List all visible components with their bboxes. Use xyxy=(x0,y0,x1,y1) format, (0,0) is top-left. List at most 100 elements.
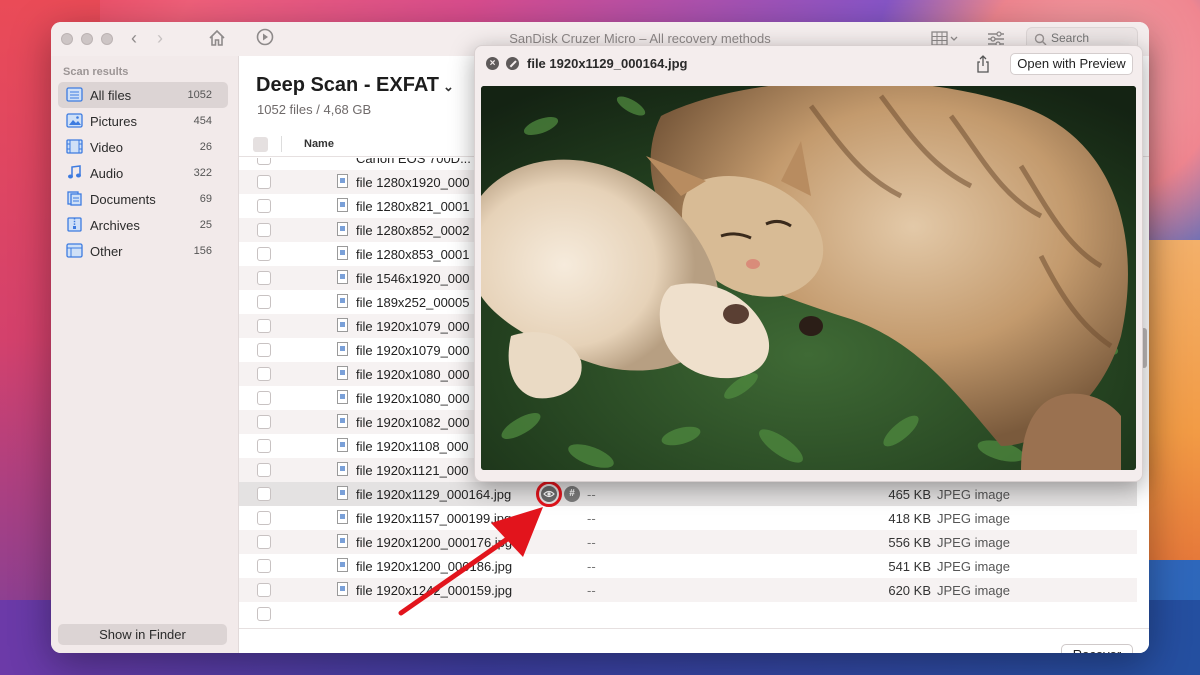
row-checkbox[interactable] xyxy=(257,295,271,309)
hash-icon[interactable]: # xyxy=(564,486,580,502)
file-icon xyxy=(337,534,348,548)
row-checkbox[interactable] xyxy=(257,559,271,573)
row-checkbox[interactable] xyxy=(257,158,271,165)
disable-preview-icon[interactable] xyxy=(506,57,519,70)
file-name: Canon EOS 700D... xyxy=(356,158,471,166)
row-checkbox[interactable] xyxy=(257,343,271,357)
bottom-bar xyxy=(239,628,1149,653)
table-row[interactable]: file 1920x1242_000159.jpg -- 620 KB JPEG… xyxy=(239,578,1137,602)
sidebar: Scan results All files 1052 Pictures 454… xyxy=(51,56,239,653)
row-checkbox[interactable] xyxy=(257,463,271,477)
file-icon xyxy=(337,366,348,380)
recover-button[interactable]: Recover xyxy=(1061,644,1133,653)
close-preview-icon[interactable]: × xyxy=(486,57,499,70)
all-files-icon xyxy=(66,87,83,102)
documents-icon xyxy=(67,191,82,206)
file-date: -- xyxy=(587,559,596,574)
scan-title[interactable]: Deep Scan - EXFAT ⌄ xyxy=(256,74,454,97)
other-icon xyxy=(66,243,83,258)
sidebar-item-documents[interactable]: Documents 69 xyxy=(58,186,228,212)
file-icon xyxy=(337,462,348,476)
file-name: file 189x252_00005 xyxy=(356,295,470,310)
sidebar-item-other[interactable]: Other 156 xyxy=(58,238,228,264)
open-with-preview-button[interactable]: Open with Preview xyxy=(1010,53,1133,75)
sidebar-item-all-files[interactable]: All files 1052 xyxy=(58,82,228,108)
file-name: file 1920x1082_000 xyxy=(356,415,470,430)
name-column-header[interactable]: Name xyxy=(304,138,334,150)
sidebar-item-count: 69 xyxy=(199,193,212,205)
scan-title-text: Deep Scan - EXFAT xyxy=(256,74,440,96)
file-date: -- xyxy=(587,583,596,598)
file-icon xyxy=(337,486,348,500)
table-row[interactable]: file 1920x1157_000199.jpg -- 418 KB JPEG… xyxy=(239,506,1137,530)
row-checkbox[interactable] xyxy=(257,511,271,525)
window-title: SanDisk Cruzer Micro – All recovery meth… xyxy=(509,31,771,46)
sidebar-heading: Scan results xyxy=(63,66,129,78)
row-checkbox[interactable] xyxy=(257,199,271,213)
table-row[interactable]: file 1920x1200_000176.jpg -- 556 KB JPEG… xyxy=(239,530,1137,554)
file-name: file 1920x1108_000 xyxy=(356,439,469,454)
row-checkbox[interactable] xyxy=(257,583,271,597)
preview-image xyxy=(481,86,1136,470)
sidebar-item-label: Documents xyxy=(90,192,156,207)
row-checkbox[interactable] xyxy=(257,319,271,333)
file-icon xyxy=(337,582,348,596)
quick-look-preview: × file 1920x1129_000164.jpg Open with Pr… xyxy=(474,45,1143,482)
row-checkbox[interactable] xyxy=(257,247,271,261)
sidebar-item-pictures[interactable]: Pictures 454 xyxy=(58,108,228,134)
row-checkbox[interactable] xyxy=(257,367,271,381)
row-checkbox[interactable] xyxy=(257,415,271,429)
row-checkbox[interactable] xyxy=(257,271,271,285)
file-type: JPEG image xyxy=(937,535,1010,550)
table-row[interactable]: file 1920x1200_000186.jpg -- 541 KB JPEG… xyxy=(239,554,1137,578)
sidebar-item-archives[interactable]: Archives 25 xyxy=(58,212,228,238)
table-row[interactable] xyxy=(239,602,1137,626)
file-type: JPEG image xyxy=(937,559,1010,574)
file-date: -- xyxy=(587,535,596,550)
show-in-finder-button[interactable]: Show in Finder xyxy=(58,624,227,645)
row-checkbox[interactable] xyxy=(257,487,271,501)
file-name: file 1280x821_0001 xyxy=(356,199,470,214)
file-name: file 1546x1920_000 xyxy=(356,271,470,286)
search-input[interactable] xyxy=(1051,31,1131,45)
audio-icon xyxy=(68,165,81,179)
scan-summary: 1052 files / 4,68 GB xyxy=(257,102,372,117)
row-checkbox[interactable] xyxy=(257,439,271,453)
file-icon xyxy=(337,318,348,332)
file-icon xyxy=(337,510,348,524)
row-checkbox[interactable] xyxy=(257,535,271,549)
file-name: file 1920x1080_000 xyxy=(356,367,470,382)
file-name: file 1920x1080_000 xyxy=(356,391,470,406)
sidebar-item-count: 25 xyxy=(199,219,212,231)
file-icon xyxy=(337,414,348,428)
table-row-selected[interactable]: file 1920x1129_000164.jpg # -- 465 KB JP… xyxy=(239,481,1137,507)
sidebar-item-label: Archives xyxy=(90,218,140,233)
video-icon xyxy=(66,139,83,154)
file-date: -- xyxy=(587,487,596,502)
sidebar-item-count: 156 xyxy=(193,245,212,257)
file-type: JPEG image xyxy=(937,583,1010,598)
row-checkbox[interactable] xyxy=(257,223,271,237)
file-icon xyxy=(337,222,348,236)
row-checkbox[interactable] xyxy=(257,175,271,189)
file-name: file 1920x1079_000 xyxy=(356,343,470,358)
sidebar-item-video[interactable]: Video 26 xyxy=(58,134,228,160)
file-name: file 1280x852_0002 xyxy=(356,223,470,238)
select-all-checkbox[interactable] xyxy=(253,137,268,152)
sidebar-item-label: Audio xyxy=(90,166,124,181)
share-icon[interactable] xyxy=(975,55,991,73)
file-name: file 1920x1121_000 xyxy=(356,463,469,478)
sidebar-item-label: Pictures xyxy=(90,114,137,129)
file-name: file 1920x1129_000164.jpg xyxy=(356,487,512,502)
row-checkbox[interactable] xyxy=(257,391,271,405)
sidebar-item-count: 1052 xyxy=(187,89,212,101)
file-icon xyxy=(337,390,348,404)
sidebar-item-label: Video xyxy=(90,140,124,155)
column-divider xyxy=(281,136,282,152)
file-icon xyxy=(337,246,348,260)
row-checkbox[interactable] xyxy=(257,607,271,621)
file-icon xyxy=(337,174,348,188)
file-type: JPEG image xyxy=(937,487,1010,502)
sidebar-item-audio[interactable]: Audio 322 xyxy=(58,160,228,186)
file-name: file 1920x1079_000 xyxy=(356,319,470,334)
